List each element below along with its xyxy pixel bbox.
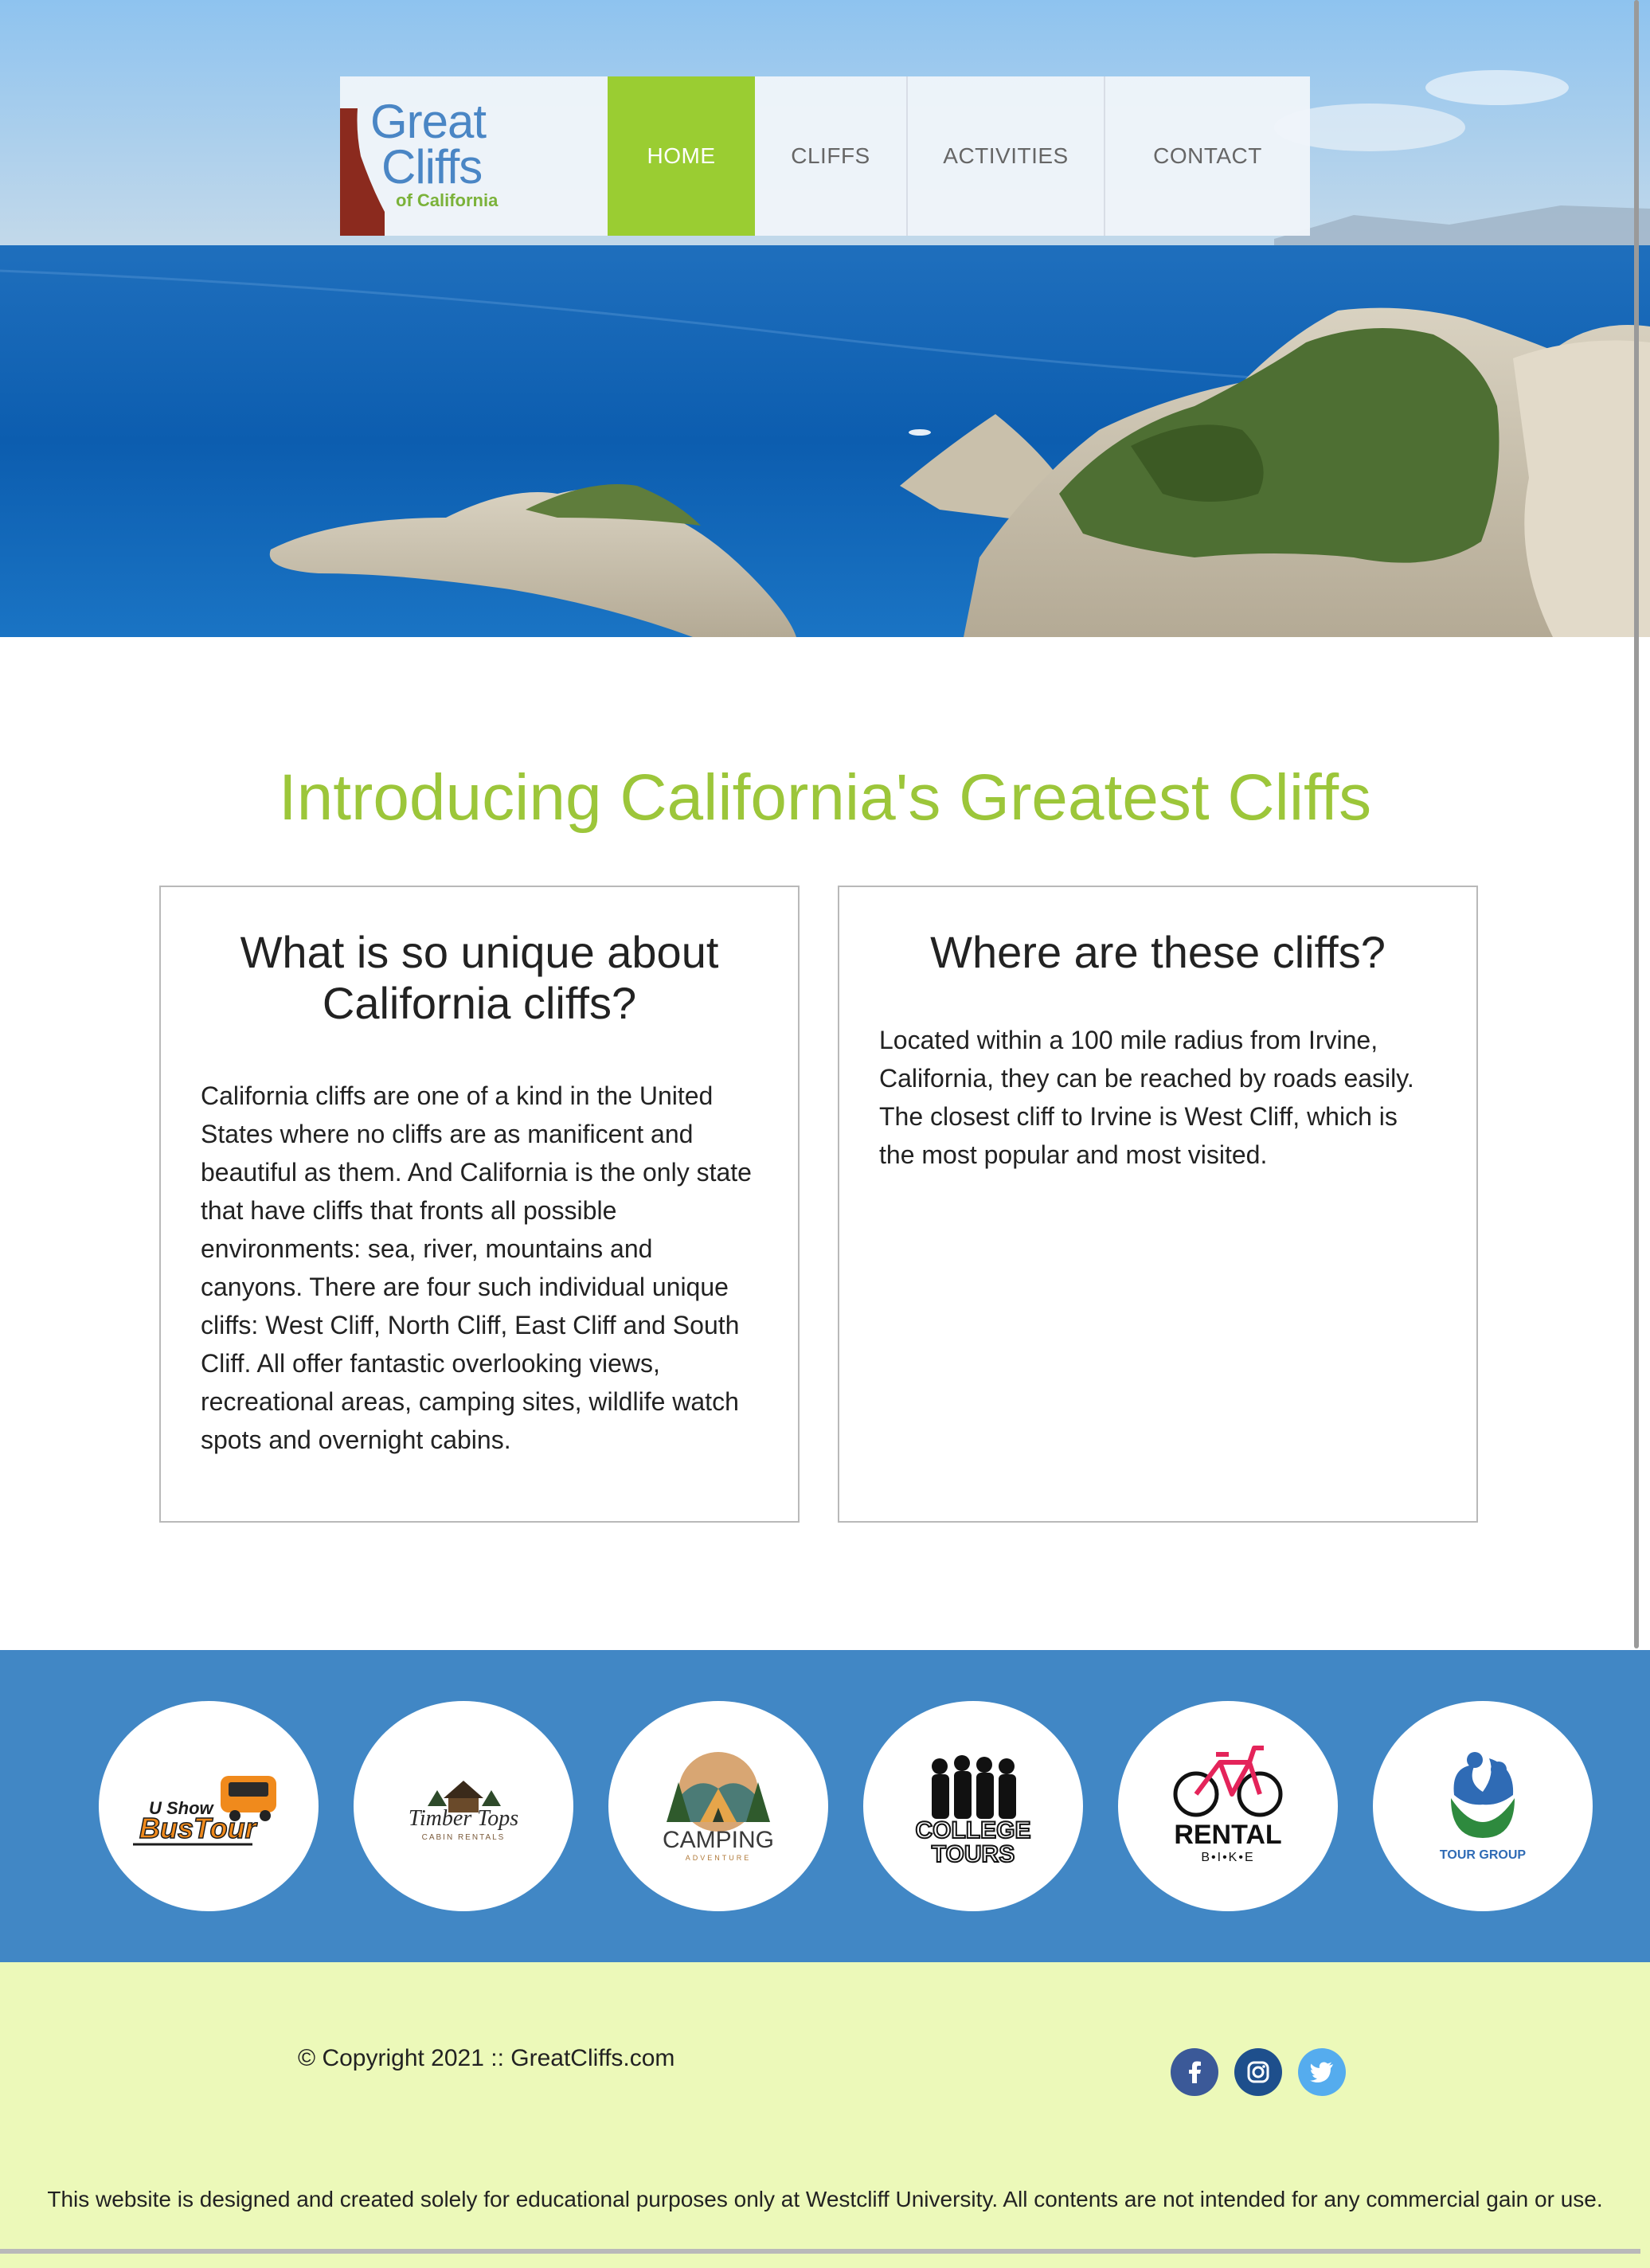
facebook-icon[interactable] [1171,2048,1218,2096]
partner-bus-tour[interactable]: U Show BusTour [99,1701,319,1911]
partners-band: U Show BusTour Timber Tops CABIN RENTALS… [0,1650,1650,1962]
info-card-location: Where are these cliffs? Located within a… [838,886,1478,1523]
college-tours-line1: COLLEGE [915,1817,1030,1844]
timber-tops-line1: Timber Tops [409,1806,518,1831]
nav-contact[interactable]: CONTACT [1105,76,1310,236]
logo-line-subtitle: of California [396,190,499,210]
partner-camping[interactable]: CAMPING ADVENTURE [608,1701,828,1911]
camping-line2: ADVENTURE [686,1854,752,1862]
info-card-unique: What is so unique about California cliff… [159,886,800,1523]
hero-banner: Great Cliffs of California HOME CLIFFS A… [0,0,1650,637]
great-cliffs-logo[interactable]: Great Cliffs of California [340,76,608,236]
bus-tour-logo-icon: U Show BusTour [133,1776,276,1846]
tour-group-line1: TOUR GROUP [1440,1848,1526,1862]
timber-tops-line2: CABIN RENTALS [422,1833,506,1842]
nav-cliffs[interactable]: CLIFFS [755,76,908,236]
college-tours-logo-icon: COLLEGE TOURS [914,1755,1032,1868]
logo-wordmark: Great Cliffs of California [370,95,499,210]
rental-bike-line1: RENTAL [1174,1820,1281,1850]
page-bottom-divider [0,2249,1640,2254]
nav-activities[interactable]: ACTIVITIES [908,76,1105,236]
camping-logo-icon: CAMPING ADVENTURE [663,1752,774,1862]
partner-rental-bike[interactable]: RENTAL B•I•K•E [1118,1701,1338,1911]
twitter-icon[interactable] [1298,2048,1346,2096]
camping-line1: CAMPING [663,1827,774,1853]
logo-line-great: Great [370,95,487,148]
instagram-icon[interactable] [1234,2048,1282,2096]
card-body: Located within a 100 mile radius from Ir… [879,1025,1414,1169]
disclaimer-text: This website is designed and created sol… [47,2187,1603,2211]
footer: © Copyright 2021 :: GreatCliffs.com This… [0,1962,1650,2268]
card-heading: What is so unique about California cliff… [240,927,719,1028]
vertical-scrollbar[interactable] [1634,0,1639,1648]
partner-tour-group[interactable]: TOUR GROUP [1373,1701,1593,1911]
page-title: Introducing California's Greatest Cliffs [278,761,1372,834]
main-navigation: Great Cliffs of California HOME CLIFFS A… [340,76,1310,236]
college-tours-line2: TOURS [932,1841,1015,1867]
rental-bike-logo-icon: RENTAL B•I•K•E [1173,1746,1283,1864]
card-heading: Where are these cliffs? [930,927,1386,977]
bus-tour-line2: BusTour [139,1812,258,1844]
nav-home[interactable]: HOME [608,76,755,236]
tour-group-logo-icon: TOUR GROUP [1440,1752,1526,1862]
copyright-text: © Copyright 2021 :: GreatCliffs.com [298,2045,675,2071]
logo-line-cliffs: Cliffs [381,140,483,194]
partner-timber-tops[interactable]: Timber Tops CABIN RENTALS [354,1701,573,1911]
partner-college-tours[interactable]: COLLEGE TOURS [863,1701,1083,1911]
rental-bike-line2: B•I•K•E [1201,1851,1254,1864]
timber-tops-logo-icon: Timber Tops CABIN RENTALS [409,1781,518,1842]
card-body: California cliffs are one of a kind in t… [201,1081,752,1454]
